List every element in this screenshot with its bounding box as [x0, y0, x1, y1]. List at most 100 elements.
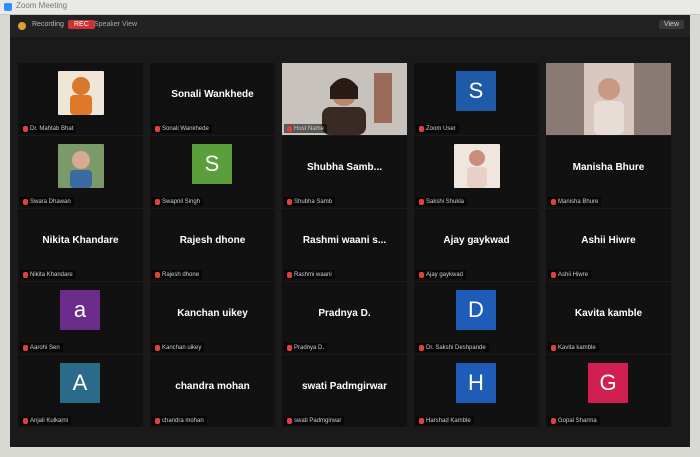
mic-muted-icon [287, 271, 292, 278]
participant-display-name: chandra mohan [175, 381, 250, 392]
mic-muted-icon [551, 417, 556, 424]
mic-muted-icon [419, 125, 424, 132]
participant-display-name: Kanchan uikey [177, 308, 248, 319]
participant-tile[interactable]: H Harshad Kamble [414, 355, 539, 427]
participant-tile[interactable]: Nikita Khandare Nikita Khandare [18, 209, 143, 281]
participant-name-label: Rashmi waani [284, 270, 335, 279]
participant-tile[interactable]: Dr. Mahtab Bhat [18, 63, 143, 135]
participant-avatar: S [192, 144, 232, 184]
mic-muted-icon [287, 344, 292, 351]
participant-display-name: Rashmi waani s... [302, 235, 387, 246]
participant-tile[interactable]: Sakshi Shukla [414, 136, 539, 208]
participant-tile[interactable]: swati Padmgirwar swati Padmgirwar [282, 355, 407, 427]
participant-tile[interactable]: Ajay gaykwad Ajay gaykwad [414, 209, 539, 281]
participant-photo [454, 144, 500, 188]
participant-label-text: Manisha Bhure [558, 198, 599, 205]
meeting-window: Recording REC Speaker View View Dr. Maht… [10, 15, 690, 447]
participant-name-label: Gopal Sharma [548, 416, 600, 425]
participant-name-label: Harshad Kamble [416, 416, 474, 425]
mic-muted-icon [287, 198, 292, 205]
participant-name-label: Ajay gaykwad [416, 270, 467, 279]
participant-label-text: Gopal Sharma [558, 417, 597, 424]
mic-muted-icon [23, 344, 28, 351]
os-titlebar: Zoom Meeting [0, 0, 700, 15]
participant-name-label: Anjali Kulkarni [20, 416, 72, 425]
mic-muted-icon [23, 271, 28, 278]
participant-label-text: Sonali Wankhede [162, 125, 209, 132]
participant-name-label: swati Padmgirwar [284, 416, 345, 425]
participant-label-text: Dr. Mahtab Bhat [30, 125, 74, 132]
participant-label-text: Aarohi Sen [30, 344, 60, 351]
mic-muted-icon [287, 125, 292, 132]
mic-muted-icon [419, 271, 424, 278]
participant-label-text: Ashii Hiwre [558, 271, 589, 278]
participant-tile[interactable]: Swara Dhawan [18, 136, 143, 208]
participant-avatar: A [60, 363, 100, 403]
participant-label-text: Sakshi Shukla [426, 198, 465, 205]
participant-tile[interactable]: Rajesh dhone Rajesh dhone [150, 209, 275, 281]
mic-muted-icon [155, 125, 160, 132]
participant-name-label: Dr. Mahtab Bhat [20, 124, 77, 133]
participant-avatar: S [456, 71, 496, 111]
participant-tile[interactable]: A Anjali Kulkarni [18, 355, 143, 427]
mic-muted-icon [419, 417, 424, 424]
participant-tile[interactable]: S Zoom User [414, 63, 539, 135]
participant-tile[interactable]: Rashmi waani s... Rashmi waani [282, 209, 407, 281]
participant-label-text: Nikita Khandare [30, 271, 73, 278]
participant-tile[interactable]: Shubha Samb... Shubha Samb [282, 136, 407, 208]
mic-muted-icon [419, 344, 424, 351]
participant-label-text: Pradnya D. [294, 344, 325, 351]
participant-tile[interactable]: G Gopal Sharma [546, 355, 671, 427]
participant-tile[interactable]: Sonali Wankhede Sonali Wankhede [150, 63, 275, 135]
speaker-view-toggle[interactable]: Speaker View [94, 21, 137, 28]
participant-tile[interactable]: Kanchan uikey Kanchan uikey [150, 282, 275, 354]
mic-muted-icon [155, 417, 160, 424]
participant-video [546, 63, 671, 135]
participant-name-label: Ashii Hiwre [548, 270, 592, 279]
mic-muted-icon [23, 125, 28, 132]
participant-display-name: Manisha Bhure [572, 162, 645, 173]
participant-label-text: Kanchan uikey [162, 344, 202, 351]
participant-tile[interactable]: Pradnya D. Pradnya D. [282, 282, 407, 354]
participant-tile[interactable]: Kavita kamble Kavita kamble [546, 282, 671, 354]
participant-label-text: chandra mohan [162, 417, 204, 424]
participant-name-label: Swapnil Singh [152, 197, 204, 206]
participant-tile[interactable]: Manisha Bhure Manisha Bhure [546, 136, 671, 208]
participant-display-name: Ajay gaykwad [443, 235, 510, 246]
participant-name-label: Shubha Samb [284, 197, 336, 206]
participant-avatar: D [456, 290, 496, 330]
mic-muted-icon [287, 417, 292, 424]
participant-tile[interactable]: Ashii Hiwre Ashii Hiwre [546, 209, 671, 281]
participant-label-text: Kavita kamble [558, 344, 596, 351]
mic-muted-icon [23, 417, 28, 424]
participant-tile[interactable]: a Aarohi Sen [18, 282, 143, 354]
participant-name-label: Pradnya D. [284, 343, 328, 352]
participant-name-label: Kavita kamble [548, 343, 599, 352]
participant-avatar: G [588, 363, 628, 403]
participant-label-text: Swara Dhawan [30, 198, 71, 205]
participant-tile[interactable]: Host Name [282, 63, 407, 135]
participant-display-name: Pradnya D. [318, 308, 371, 319]
participant-display-name: swati Padmgirwar [301, 381, 388, 392]
mic-muted-icon [551, 344, 556, 351]
view-button[interactable]: View [658, 20, 684, 29]
participant-tile[interactable]: D Dr. Sakshi Deshpande [414, 282, 539, 354]
mic-muted-icon [551, 271, 556, 278]
participant-name-label: Dr. Sakshi Deshpande [416, 343, 489, 352]
participant-tile[interactable]: chandra mohan chandra mohan [150, 355, 275, 427]
participant-tile[interactable]: S Swapnil Singh [150, 136, 275, 208]
participant-label-text: Zoom User [426, 125, 456, 132]
zoom-app-icon [4, 3, 12, 11]
mic-muted-icon [23, 198, 28, 205]
participant-label-text: swati Padmgirwar [294, 417, 342, 424]
recording-badge[interactable]: REC [68, 20, 95, 29]
participant-display-name: Ashii Hiwre [581, 235, 636, 246]
participant-name-label: Rajesh dhone [152, 270, 203, 279]
participant-label-text: Host Name [294, 125, 325, 132]
mic-muted-icon [551, 198, 556, 205]
participant-tile[interactable] [546, 63, 671, 135]
window-title: Zoom Meeting [16, 1, 68, 10]
participant-label-text: Ajay gaykwad [426, 271, 464, 278]
participant-display-name: Shubha Samb... [306, 162, 382, 173]
participant-avatar: H [456, 363, 496, 403]
